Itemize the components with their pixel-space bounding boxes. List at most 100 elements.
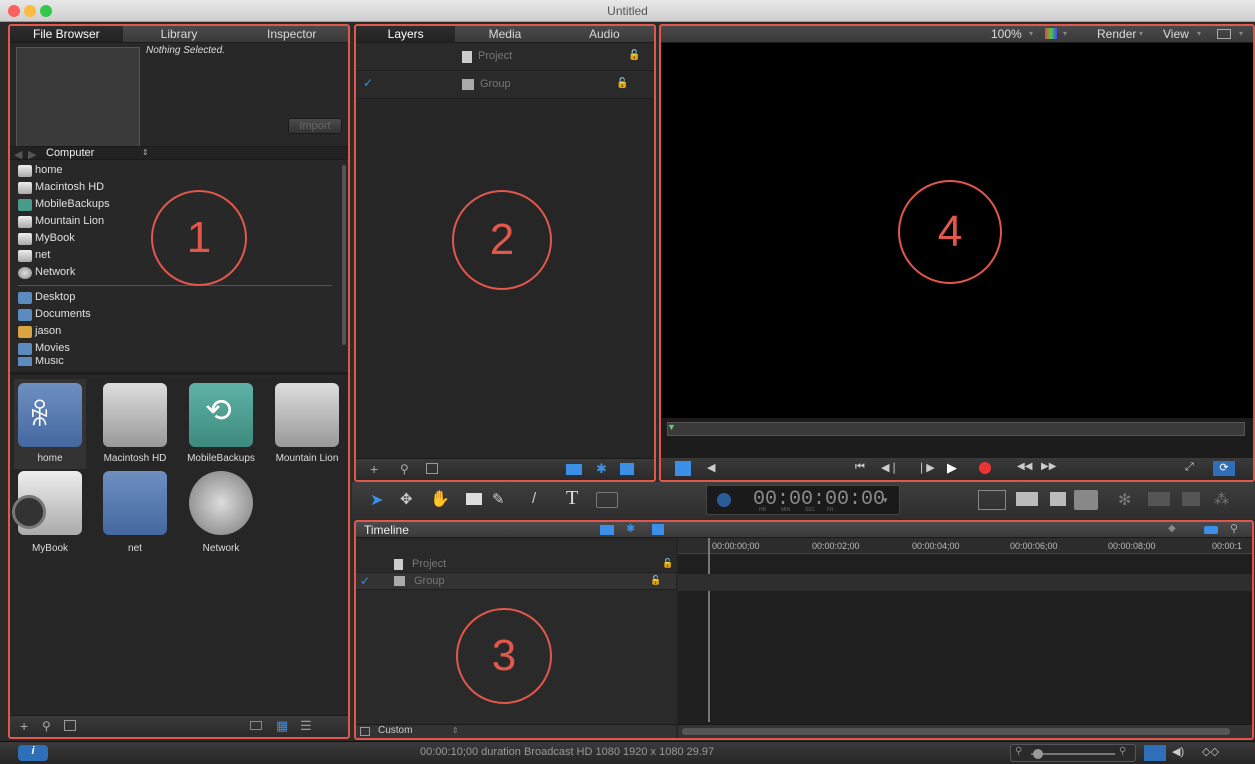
timeline-scrollbar[interactable]: [678, 724, 1252, 738]
camera-icon[interactable]: [1016, 492, 1038, 506]
zoom-slider[interactable]: ⚲ ⚲: [1010, 744, 1136, 762]
scroll-thumb[interactable]: [682, 728, 1230, 735]
chevron-down-icon[interactable]: ▾: [883, 495, 888, 506]
time-machine-icon[interactable]: ⟲: [189, 383, 253, 447]
render-menu[interactable]: Render: [1097, 27, 1136, 41]
add-object-icon[interactable]: [978, 490, 1006, 510]
loop-icon[interactable]: ⟳: [1213, 461, 1235, 476]
view-menu[interactable]: View: [1163, 27, 1189, 41]
sidebar-item-macintosh-hd[interactable]: Macintosh HD: [10, 179, 340, 196]
tab-file-browser[interactable]: File Browser: [10, 25, 123, 42]
behaviors-icon[interactable]: [1182, 492, 1200, 506]
color-channels-icon[interactable]: [1045, 28, 1057, 39]
zoom-window-button[interactable]: [40, 5, 52, 17]
hard-drive-icon[interactable]: [275, 383, 339, 447]
time-ruler[interactable]: 00:00:00;00 00:00:02;00 00:00:04;00 00:0…: [678, 538, 1252, 554]
playhead[interactable]: [708, 538, 710, 722]
sidebar-scrollbar[interactable]: [342, 165, 346, 345]
timecode-mode-icon[interactable]: [717, 493, 731, 507]
import-button[interactable]: Import: [288, 118, 342, 134]
tab-inspector[interactable]: Inspector: [235, 25, 348, 42]
add-icon[interactable]: +: [370, 461, 378, 477]
layer-row-project[interactable]: Project 🔓: [356, 556, 676, 573]
minimize-window-button[interactable]: [24, 5, 36, 17]
record-icon[interactable]: [979, 462, 991, 474]
lock-icon[interactable]: 🔓: [616, 78, 628, 89]
mask-icon[interactable]: [566, 464, 582, 475]
mask-tool-icon[interactable]: [596, 492, 618, 508]
go-to-start-icon[interactable]: ⏮: [855, 461, 865, 474]
sidebar-item-desktop[interactable]: Desktop: [10, 289, 340, 306]
zoom-out-icon[interactable]: ⚲: [1015, 746, 1022, 757]
preview-toggle-icon[interactable]: [426, 463, 438, 474]
audio-icon[interactable]: ◀): [1172, 745, 1184, 758]
generators-icon[interactable]: ✻: [1118, 490, 1131, 510]
layer-row-group[interactable]: ✓ Group 🔓: [356, 573, 676, 590]
viewer-layout-icon[interactable]: [1217, 29, 1231, 39]
preview-toggle-icon[interactable]: [64, 720, 76, 731]
keyframe-icon[interactable]: ◆: [1168, 523, 1176, 534]
search-icon[interactable]: ⚲: [400, 462, 409, 476]
layer-row-group[interactable]: ✓ Group 🔓: [356, 71, 654, 99]
mask-icon[interactable]: [600, 525, 614, 535]
text-tool-icon[interactable]: T: [566, 487, 578, 510]
paint-stroke-tool-icon[interactable]: /: [532, 490, 536, 507]
stack-view-icon[interactable]: [250, 721, 262, 730]
filters-icon[interactable]: [1148, 492, 1170, 506]
sidebar-item-jason[interactable]: jason: [10, 323, 340, 340]
timeline-view-icon[interactable]: [1144, 745, 1166, 761]
slider-thumb[interactable]: [1033, 749, 1043, 759]
layer-row-project[interactable]: Project 🔓: [356, 43, 654, 71]
back-arrow-icon[interactable]: ◀: [14, 148, 22, 161]
play-range-bar[interactable]: [667, 422, 1245, 436]
audio-mute-icon[interactable]: ◀: [707, 461, 715, 474]
bezier-tool-icon[interactable]: ✎: [492, 490, 505, 508]
fullscreen-icon[interactable]: ⤢: [1185, 461, 1194, 474]
filters-icon[interactable]: [652, 524, 664, 535]
play-icon[interactable]: ▶: [947, 460, 957, 476]
light-icon[interactable]: [1050, 492, 1066, 506]
home-drive-icon[interactable]: ꆜ: [18, 383, 82, 447]
library-icon[interactable]: [1074, 490, 1098, 510]
layer-height-popup[interactable]: Custom: [378, 725, 412, 736]
split-handle[interactable]: [10, 372, 348, 375]
sidebar-item-documents[interactable]: Documents: [10, 306, 340, 323]
timeline-tracks[interactable]: 00:00:00;00 00:00:02;00 00:00:04;00 00:0…: [678, 538, 1252, 738]
info-icon[interactable]: i: [18, 745, 48, 761]
select-tool-icon[interactable]: ➤: [370, 490, 383, 510]
icon-view-icon[interactable]: ▦: [276, 718, 288, 734]
keyframe-editor-icon[interactable]: ◇◇: [1202, 745, 1219, 758]
audio-toggle-icon[interactable]: [1204, 526, 1218, 534]
playhead-icon[interactable]: ▼: [667, 422, 676, 432]
external-drive-icon[interactable]: [12, 471, 82, 535]
timing-display-icon[interactable]: [675, 461, 691, 476]
sidebar-item-movies[interactable]: Movies: [10, 340, 340, 357]
forward-arrow-icon[interactable]: ▶: [28, 148, 36, 161]
close-window-button[interactable]: [8, 5, 20, 17]
zoom-in-icon[interactable]: ⚲: [1119, 746, 1126, 757]
add-icon[interactable]: +: [20, 718, 28, 734]
hard-drive-icon[interactable]: [103, 383, 167, 447]
pan-tool-icon[interactable]: ✥: [400, 490, 413, 508]
lock-icon[interactable]: 🔓: [628, 50, 640, 61]
filters-icon[interactable]: [620, 463, 634, 475]
list-view-icon[interactable]: ☰: [300, 718, 312, 734]
sidebar-item-music[interactable]: Music: [10, 357, 340, 366]
next-frame-icon[interactable]: ❘▶: [917, 461, 935, 474]
checkbox-enabled[interactable]: ✓: [360, 574, 370, 588]
network-drive-icon[interactable]: [103, 471, 167, 535]
tab-audio[interactable]: Audio: [555, 25, 654, 42]
behaviors-gear-icon[interactable]: ✱: [626, 522, 635, 535]
zoom-icon[interactable]: ⚲: [1230, 522, 1238, 535]
zoom-level-popup[interactable]: 100%: [991, 27, 1022, 41]
globe-icon[interactable]: [189, 471, 253, 535]
previous-frame-icon[interactable]: ◀❘: [881, 461, 899, 474]
jump-back-icon[interactable]: ◀◀: [1017, 461, 1032, 472]
jump-forward-icon[interactable]: ▶▶: [1041, 461, 1056, 472]
timecode-display[interactable]: 00:00:00:00 HR MIN SEC FR ▾: [706, 485, 900, 515]
group-track-bar[interactable]: [678, 574, 1252, 591]
tab-library[interactable]: Library: [123, 25, 236, 42]
tab-layers[interactable]: Layers: [356, 25, 456, 42]
behaviors-gear-icon[interactable]: ✱: [596, 461, 607, 477]
particles-icon[interactable]: ⁂: [1214, 490, 1229, 508]
